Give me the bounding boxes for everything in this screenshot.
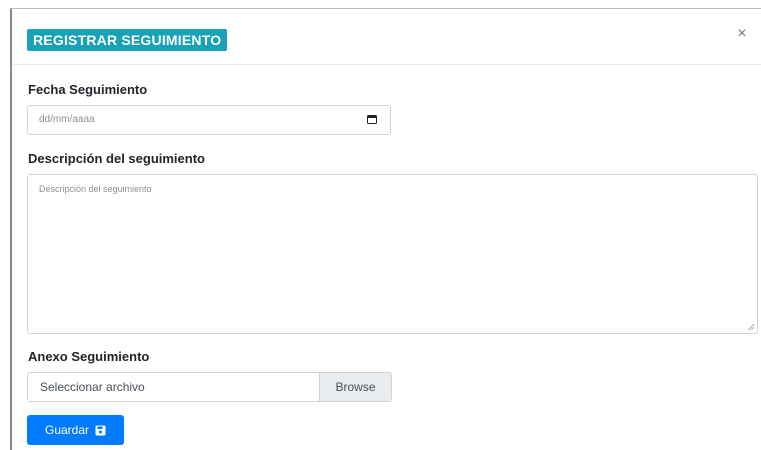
resize-handle-icon[interactable] [747,323,755,331]
browse-button[interactable]: Browse [319,373,391,401]
file-input[interactable]: Seleccionar archivo Browse [27,372,392,402]
date-input[interactable]: dd/mm/aaaa [27,105,391,135]
close-button[interactable]: × [733,25,751,43]
floppy-disk-icon [95,425,106,435]
register-followup-modal: REGISTRAR SEGUIMIENTO × Fecha Seguimient… [10,8,761,450]
save-button-label: Guardar [44,423,90,437]
description-textarea[interactable]: Descripción del seguimiento [27,174,758,334]
description-label: Descripción del seguimiento [28,151,205,166]
calendar-icon[interactable] [367,115,377,124]
date-placeholder: dd/mm/aaaa [39,114,95,125]
attachment-label: Anexo Seguimiento [28,349,150,364]
save-button[interactable]: Guardar [27,415,124,445]
date-label: Fecha Seguimiento [28,82,148,97]
description-placeholder: Descripción del seguimiento [39,184,152,194]
modal-title: REGISTRAR SEGUIMIENTO [27,29,228,51]
close-icon: × [737,25,747,42]
modal-header: REGISTRAR SEGUIMIENTO × [12,9,761,65]
file-input-label: Seleccionar archivo [40,380,145,394]
